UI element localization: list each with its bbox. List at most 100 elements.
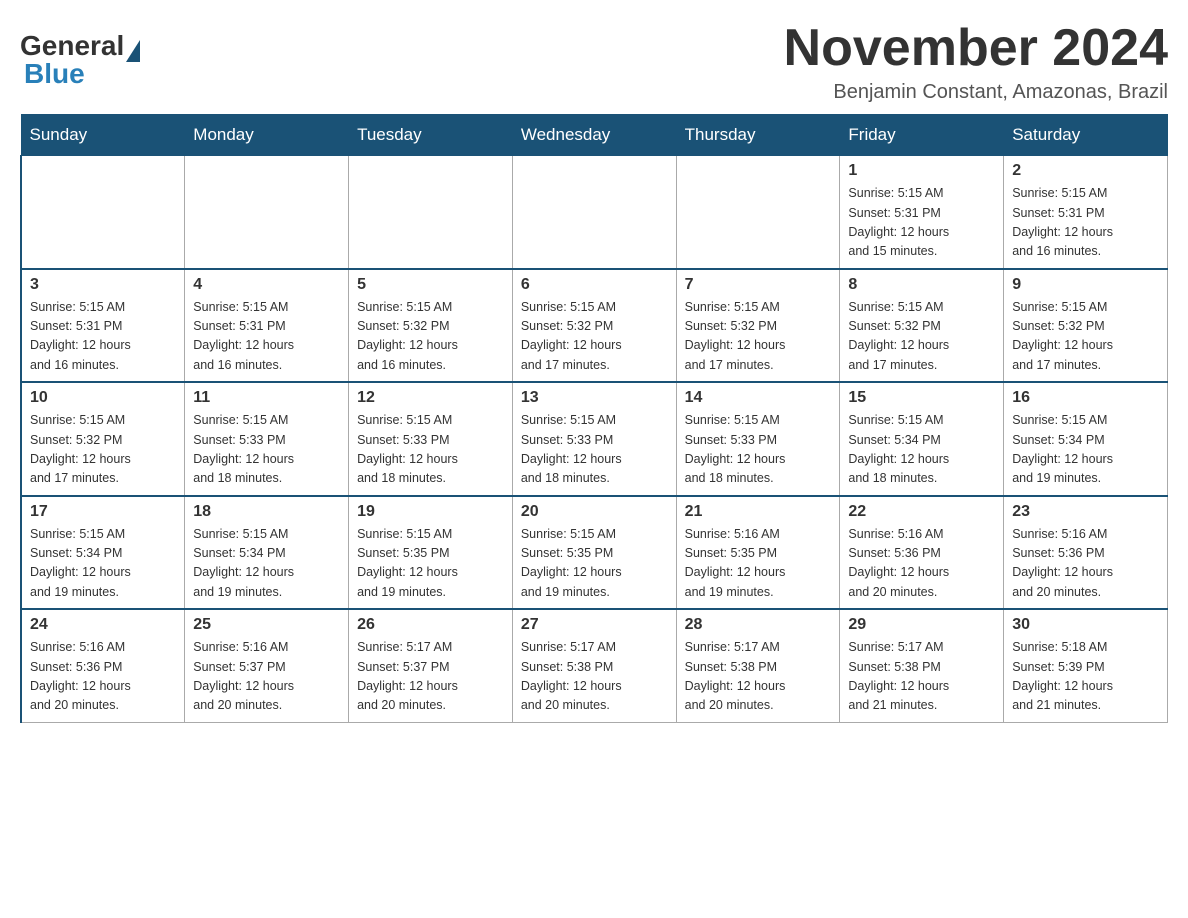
day-info: Sunrise: 5:15 AMSunset: 5:34 PMDaylight:… — [193, 525, 340, 603]
calendar-week-2: 3 Sunrise: 5:15 AMSunset: 5:31 PMDaylight… — [21, 269, 1168, 383]
day-info: Sunrise: 5:17 AMSunset: 5:38 PMDaylight:… — [685, 638, 832, 716]
day-info: Sunrise: 5:15 AMSunset: 5:32 PMDaylight:… — [357, 298, 504, 376]
day-info: Sunrise: 5:15 AMSunset: 5:32 PMDaylight:… — [1012, 298, 1159, 376]
day-number: 15 — [848, 389, 995, 407]
day-number: 27 — [521, 616, 668, 634]
calendar-header-thursday: Thursday — [676, 115, 840, 156]
day-number: 14 — [685, 389, 832, 407]
calendar-header-monday: Monday — [185, 115, 349, 156]
day-info: Sunrise: 5:15 AMSunset: 5:35 PMDaylight:… — [357, 525, 504, 603]
day-number: 7 — [685, 276, 832, 294]
day-number: 25 — [193, 616, 340, 634]
calendar-table: SundayMondayTuesdayWednesdayThursdayFrid… — [20, 114, 1168, 723]
day-number: 30 — [1012, 616, 1159, 634]
calendar-cell: 2 Sunrise: 5:15 AMSunset: 5:31 PMDaylight… — [1004, 156, 1168, 269]
day-number: 3 — [30, 276, 176, 294]
day-number: 17 — [30, 503, 176, 521]
day-number: 23 — [1012, 503, 1159, 521]
calendar-cell: 23 Sunrise: 5:16 AMSunset: 5:36 PMDayligh… — [1004, 496, 1168, 610]
calendar-cell: 12Sunrise: 5:15 AMSunset: 5:33 PMDayligh… — [349, 382, 513, 496]
day-number: 21 — [685, 503, 832, 521]
day-number: 10 — [30, 389, 176, 407]
calendar-cell: 9 Sunrise: 5:15 AMSunset: 5:32 PMDaylight… — [1004, 269, 1168, 383]
day-info: Sunrise: 5:15 AMSunset: 5:33 PMDaylight:… — [193, 411, 340, 489]
calendar-cell: 11 Sunrise: 5:15 AMSunset: 5:33 PMDayligh… — [185, 382, 349, 496]
day-info: Sunrise: 5:15 AMSunset: 5:31 PMDaylight:… — [1012, 184, 1159, 262]
day-info: Sunrise: 5:16 AMSunset: 5:36 PMDaylight:… — [848, 525, 995, 603]
day-info: Sunrise: 5:15 AMSunset: 5:32 PMDaylight:… — [848, 298, 995, 376]
day-number: 4 — [193, 276, 340, 294]
day-number: 19 — [357, 503, 504, 521]
calendar-cell: 24 Sunrise: 5:16 AMSunset: 5:36 PMDayligh… — [21, 609, 185, 722]
calendar-cell: 5 Sunrise: 5:15 AMSunset: 5:32 PMDaylight… — [349, 269, 513, 383]
month-title: November 2024 — [784, 20, 1168, 77]
day-info: Sunrise: 5:15 AMSunset: 5:35 PMDaylight:… — [521, 525, 668, 603]
day-info: Sunrise: 5:17 AMSunset: 5:38 PMDaylight:… — [521, 638, 668, 716]
calendar-cell: 22Sunrise: 5:16 AMSunset: 5:36 PMDayligh… — [840, 496, 1004, 610]
calendar-cell: 3 Sunrise: 5:15 AMSunset: 5:31 PMDaylight… — [21, 269, 185, 383]
calendar-cell: 16Sunrise: 5:15 AMSunset: 5:34 PMDayligh… — [1004, 382, 1168, 496]
day-info: Sunrise: 5:15 AMSunset: 5:31 PMDaylight:… — [193, 298, 340, 376]
calendar-week-4: 17 Sunrise: 5:15 AMSunset: 5:34 PMDayligh… — [21, 496, 1168, 610]
day-number: 12 — [357, 389, 504, 407]
calendar-cell: 30 Sunrise: 5:18 AMSunset: 5:39 PMDayligh… — [1004, 609, 1168, 722]
calendar-week-1: 1 Sunrise: 5:15 AMSunset: 5:31 PMDaylight… — [21, 156, 1168, 269]
calendar-header-wednesday: Wednesday — [512, 115, 676, 156]
day-info: Sunrise: 5:15 AMSunset: 5:33 PMDaylight:… — [685, 411, 832, 489]
logo-blue: Blue — [24, 58, 140, 90]
calendar-cell: 18 Sunrise: 5:15 AMSunset: 5:34 PMDayligh… — [185, 496, 349, 610]
day-number: 20 — [521, 503, 668, 521]
day-number: 29 — [848, 616, 995, 634]
calendar-header-friday: Friday — [840, 115, 1004, 156]
calendar-cell: 1Sunrise: 5:15 AMSunset: 5:31 PMDaylight… — [840, 156, 1004, 269]
calendar-cell: 15Sunrise: 5:15 AMSunset: 5:34 PMDayligh… — [840, 382, 1004, 496]
day-info: Sunrise: 5:18 AMSunset: 5:39 PMDaylight:… — [1012, 638, 1159, 716]
calendar-cell: 14 Sunrise: 5:15 AMSunset: 5:33 PMDayligh… — [676, 382, 840, 496]
day-info: Sunrise: 5:17 AMSunset: 5:38 PMDaylight:… — [848, 638, 995, 716]
calendar-header-tuesday: Tuesday — [349, 115, 513, 156]
calendar-cell: 7 Sunrise: 5:15 AMSunset: 5:32 PMDaylight… — [676, 269, 840, 383]
calendar-cell: 19 Sunrise: 5:15 AMSunset: 5:35 PMDayligh… — [349, 496, 513, 610]
calendar-cell: 25 Sunrise: 5:16 AMSunset: 5:37 PMDayligh… — [185, 609, 349, 722]
calendar-cell: 26 Sunrise: 5:17 AMSunset: 5:37 PMDayligh… — [349, 609, 513, 722]
calendar-cell: 13 Sunrise: 5:15 AMSunset: 5:33 PMDayligh… — [512, 382, 676, 496]
day-number: 2 — [1012, 162, 1159, 180]
day-info: Sunrise: 5:16 AMSunset: 5:36 PMDaylight:… — [30, 638, 176, 716]
day-info: Sunrise: 5:15 AMSunset: 5:34 PMDaylight:… — [1012, 411, 1159, 489]
day-number: 5 — [357, 276, 504, 294]
day-info: Sunrise: 5:15 AMSunset: 5:31 PMDaylight:… — [30, 298, 176, 376]
calendar-header-sunday: Sunday — [21, 115, 185, 156]
logo: General Blue — [20, 30, 140, 90]
day-info: Sunrise: 5:16 AMSunset: 5:37 PMDaylight:… — [193, 638, 340, 716]
day-number: 24 — [30, 616, 176, 634]
day-info: Sunrise: 5:15 AMSunset: 5:32 PMDaylight:… — [30, 411, 176, 489]
calendar-header-saturday: Saturday — [1004, 115, 1168, 156]
calendar-cell: 28 Sunrise: 5:17 AMSunset: 5:38 PMDayligh… — [676, 609, 840, 722]
day-number: 8 — [848, 276, 995, 294]
calendar-cell: 27 Sunrise: 5:17 AMSunset: 5:38 PMDayligh… — [512, 609, 676, 722]
day-number: 11 — [193, 389, 340, 407]
day-info: Sunrise: 5:15 AMSunset: 5:34 PMDaylight:… — [30, 525, 176, 603]
day-info: Sunrise: 5:15 AMSunset: 5:33 PMDaylight:… — [521, 411, 668, 489]
day-info: Sunrise: 5:16 AMSunset: 5:36 PMDaylight:… — [1012, 525, 1159, 603]
calendar-cell: 10 Sunrise: 5:15 AMSunset: 5:32 PMDayligh… — [21, 382, 185, 496]
page-header: General Blue November 2024 Benjamin Cons… — [20, 20, 1168, 104]
day-number: 18 — [193, 503, 340, 521]
day-number: 28 — [685, 616, 832, 634]
day-info: Sunrise: 5:16 AMSunset: 5:35 PMDaylight:… — [685, 525, 832, 603]
calendar-cell — [21, 156, 185, 269]
calendar-header-row: SundayMondayTuesdayWednesdayThursdayFrid… — [21, 115, 1168, 156]
logo-text-container: General Blue — [20, 30, 140, 90]
calendar-cell: 8 Sunrise: 5:15 AMSunset: 5:32 PMDaylight… — [840, 269, 1004, 383]
calendar-cell: 17 Sunrise: 5:15 AMSunset: 5:34 PMDayligh… — [21, 496, 185, 610]
day-number: 1 — [848, 162, 995, 180]
day-number: 13 — [521, 389, 668, 407]
day-number: 9 — [1012, 276, 1159, 294]
day-info: Sunrise: 5:17 AMSunset: 5:37 PMDaylight:… — [357, 638, 504, 716]
location-subtitle: Benjamin Constant, Amazonas, Brazil — [784, 81, 1168, 104]
day-info: Sunrise: 5:15 AMSunset: 5:32 PMDaylight:… — [685, 298, 832, 376]
calendar-cell — [676, 156, 840, 269]
day-number: 26 — [357, 616, 504, 634]
calendar-cell: 20 Sunrise: 5:15 AMSunset: 5:35 PMDayligh… — [512, 496, 676, 610]
day-info: Sunrise: 5:15 AMSunset: 5:32 PMDaylight:… — [521, 298, 668, 376]
